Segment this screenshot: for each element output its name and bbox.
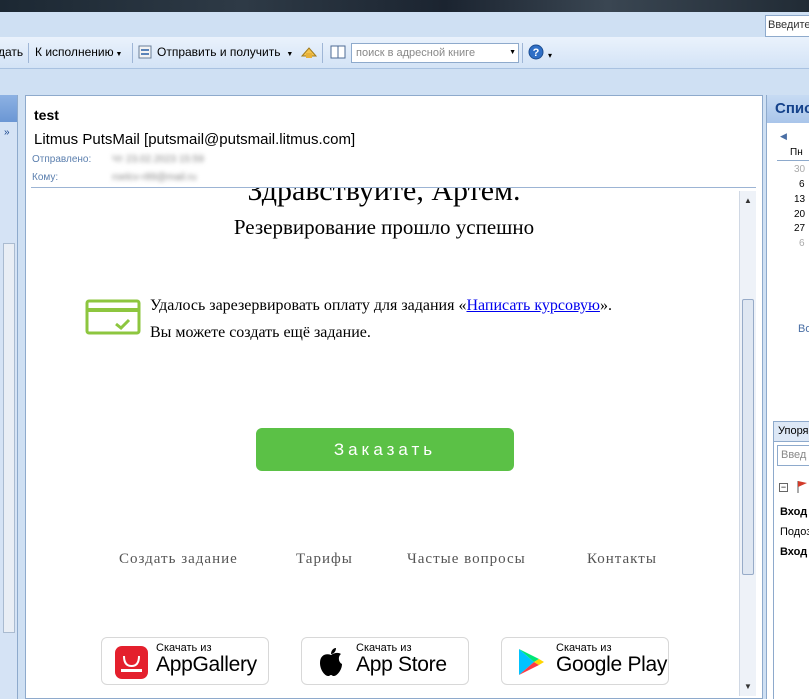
sent-label: Отправлено: — [32, 154, 92, 165]
task-link[interactable]: Написать курсовую — [466, 297, 599, 314]
calendar-date[interactable]: 30 — [794, 164, 805, 175]
task-item[interactable]: Вход — [780, 546, 807, 558]
dropdown-arrow-icon: ▼ — [280, 51, 294, 58]
todo-bar: Спис ◀ Пн 30 6 13 20 27 6 Во Упоря Введ … — [766, 95, 809, 699]
expand-chevron-icon[interactable]: » — [4, 127, 10, 138]
google-play-label: Google Play — [556, 653, 668, 676]
to-label: Кому: — [32, 172, 59, 183]
task-list: Упоря Введ − Вход Подоз Вход — [773, 421, 809, 699]
order-button[interactable]: Заказать — [256, 428, 514, 471]
toolbar-options-icon[interactable]: ▾ — [548, 51, 552, 60]
dropdown-arrow-icon[interactable]: ▼ — [509, 49, 516, 56]
task-item[interactable]: Вход — [780, 506, 807, 518]
footer-link-contacts[interactable]: Контакты — [587, 551, 657, 568]
toolbar-separator — [322, 43, 323, 63]
toolbar-separator — [132, 43, 133, 63]
sort-header[interactable]: Упоря — [774, 422, 809, 442]
calendar-date[interactable]: 27 — [794, 223, 805, 234]
navigation-scrollbar[interactable] — [3, 243, 15, 633]
appgallery-label: AppGallery — [156, 653, 257, 676]
calendar-date[interactable]: 6 — [799, 238, 805, 249]
message-sender[interactable]: Litmus PutsMail [putsmail@putsmail.litmu… — [34, 131, 355, 148]
search-placeholder: поиск в адресной книге — [356, 47, 476, 59]
reading-pane: test Litmus PutsMail [putsmail@putsmail.… — [25, 95, 763, 699]
app-store-badge[interactable]: Скачать из App Store — [301, 637, 469, 685]
reservation-message-prefix: Удалось зарезервировать оплату для задан… — [150, 297, 467, 314]
scroll-up-icon[interactable]: ▲ — [744, 196, 752, 205]
navigation-pane-header — [0, 95, 17, 122]
reservation-message-suffix: ». — [599, 297, 612, 314]
send-receive-label: Отправить и получить — [157, 45, 281, 59]
app-store-label: App Store — [356, 653, 447, 676]
greeting-heading: Здравствуйте, Артем. — [247, 188, 521, 207]
message-subject: test — [34, 107, 59, 123]
google-play-badge[interactable]: Скачать из Google Play — [501, 637, 669, 685]
to-value[interactable]: roelcv-r89@mail.ru — [112, 172, 197, 183]
reservation-subtitle: Резервирование прошло успешно — [233, 215, 535, 239]
followup-label: К исполнению — [35, 45, 114, 59]
scrollbar-thumb[interactable] — [742, 299, 754, 575]
address-book-search-icon[interactable] — [330, 45, 346, 62]
toolbar-separator — [522, 43, 523, 63]
google-play-icon — [516, 647, 546, 680]
collapse-icon[interactable]: − — [779, 483, 788, 492]
create-more-message: Вы можете создать ещё задание. — [150, 324, 371, 341]
calendar-date[interactable]: 20 — [794, 209, 805, 220]
appgallery-badge[interactable]: Скачать из AppGallery — [101, 637, 269, 685]
huawei-icon — [115, 646, 148, 682]
toolbar: дать К исполнению ▼ Отправить и получить… — [0, 37, 809, 69]
footer-link-tariffs[interactable]: Тарифы — [296, 551, 353, 568]
appointments-label: Во — [798, 323, 809, 335]
reservation-message: Удалось зарезервировать оплату для задан… — [150, 297, 612, 315]
calendar-date[interactable]: 13 — [794, 194, 805, 205]
scroll-down-icon[interactable]: ▼ — [744, 682, 752, 691]
flag-icon[interactable] — [795, 480, 809, 497]
task-search-input[interactable]: Введ — [777, 445, 809, 466]
toolbar-separator — [28, 43, 29, 63]
sent-value: Чт 23.02.2023 15:59 — [112, 154, 204, 165]
followup-button[interactable]: К исполнению ▼ — [35, 45, 122, 59]
send-receive-icon[interactable] — [138, 44, 154, 63]
todo-bar-title: Спис — [767, 95, 809, 123]
calendar-weekday: Пн — [790, 147, 803, 158]
message-body: Здравствуйте, Артем. Резервирование прош… — [31, 188, 737, 698]
credit-card-check-icon — [85, 299, 141, 338]
svg-text:?: ? — [533, 47, 540, 59]
apple-icon — [318, 647, 344, 680]
calendar-divider — [777, 160, 809, 161]
address-book-icon[interactable] — [300, 44, 318, 63]
window-top-strip — [0, 0, 809, 12]
reply-button[interactable]: дать — [0, 45, 23, 59]
dropdown-arrow-icon: ▼ — [113, 51, 123, 58]
prev-month-icon[interactable]: ◀ — [780, 131, 787, 142]
address-book-search-input[interactable]: поиск в адресной книге ▼ — [351, 43, 519, 63]
footer-link-create-task[interactable]: Создать задание — [119, 551, 238, 568]
message-scrollbar[interactable]: ▲ ▼ — [739, 191, 756, 696]
help-icon[interactable]: ? — [528, 44, 544, 63]
send-receive-button[interactable]: Отправить и получить ▼ — [157, 45, 293, 59]
help-search-input[interactable]: Введите — [765, 15, 809, 37]
footer-link-faq[interactable]: Частые вопросы — [407, 551, 526, 568]
calendar-date[interactable]: 6 — [799, 179, 805, 190]
task-item[interactable]: Подоз — [780, 526, 809, 538]
navigation-pane: » — [0, 95, 18, 699]
